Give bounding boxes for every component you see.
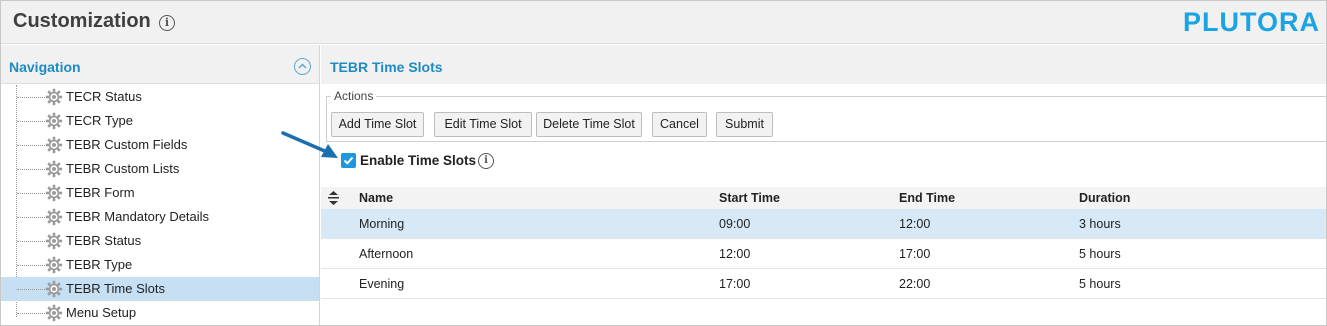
add-time-slot-button[interactable]: Add Time Slot	[331, 112, 424, 137]
gear-icon	[45, 160, 63, 178]
gear-icon	[45, 304, 63, 322]
tree-connector	[17, 193, 45, 194]
column-header-duration[interactable]: Duration	[1079, 191, 1130, 205]
main-header: TEBR Time Slots	[321, 45, 1326, 84]
gear-icon	[45, 112, 63, 130]
actions-group: Actions Add Time Slot Edit Time Slot Del…	[326, 89, 1326, 142]
delete-time-slot-button[interactable]: Delete Time Slot	[536, 112, 642, 137]
page-title: Customization	[13, 10, 151, 32]
gear-icon	[45, 88, 63, 106]
sidebar-item[interactable]: TEBR Time Slots	[1, 277, 319, 301]
cell-end: 22:00	[899, 277, 931, 291]
cell-start: 09:00	[719, 217, 751, 231]
sidebar-item-label: TEBR Custom Fields	[66, 137, 188, 152]
gear-icon	[45, 184, 63, 202]
column-header-start-time[interactable]: Start Time	[719, 191, 780, 205]
tree-connector	[17, 313, 45, 314]
cell-duration: 5 hours	[1079, 247, 1121, 261]
gear-icon	[45, 256, 63, 274]
sidebar-item[interactable]: TEBR Mandatory Details	[1, 205, 319, 229]
sidebar-item-label: TEBR Type	[66, 257, 133, 272]
cell-name: Evening	[359, 277, 405, 291]
enable-time-slots-label[interactable]: Enable Time Slots	[360, 153, 476, 168]
tree-connector	[17, 241, 45, 242]
gear-icon	[45, 280, 63, 298]
table-row[interactable]: Afternoon 12:00 17:00 5 hours	[321, 239, 1326, 269]
column-header-end-time[interactable]: End Time	[899, 191, 955, 205]
enable-time-slots-row: Enable Time Slots i	[341, 152, 541, 172]
reorder-icon[interactable]	[327, 191, 340, 205]
sidebar-item[interactable]: TEBR Type	[1, 253, 319, 277]
sidebar-item-label: TECR Status	[66, 89, 142, 104]
cell-name: Afternoon	[359, 247, 414, 261]
cancel-button[interactable]: Cancel	[652, 112, 707, 137]
sidebar-item[interactable]: TEBR Custom Fields	[1, 133, 319, 157]
tree-connector	[17, 217, 45, 218]
sidebar-item[interactable]: TECR Type	[1, 109, 319, 133]
collapse-up-icon[interactable]	[294, 58, 311, 75]
submit-button[interactable]: Submit	[716, 112, 773, 137]
sidebar-item[interactable]: TECR Status	[1, 85, 319, 109]
gear-icon	[45, 232, 63, 250]
sidebar-item-label: TECR Type	[66, 113, 133, 128]
cell-name: Morning	[359, 217, 405, 231]
sidebar-item-label: Menu Setup	[66, 305, 137, 320]
main-title: TEBR Time Slots	[330, 59, 443, 75]
cell-end: 17:00	[899, 247, 931, 261]
cell-duration: 3 hours	[1079, 217, 1121, 231]
tree-connector	[17, 265, 45, 266]
cell-start: 17:00	[719, 277, 751, 291]
table-row[interactable]: Evening 17:00 22:00 5 hours	[321, 269, 1326, 299]
navigation-tree: TECR Status TECR Type TEBR Custom Fields TE…	[1, 85, 319, 325]
tree-connector	[17, 169, 45, 170]
sidebar-item[interactable]: TEBR Form	[1, 181, 319, 205]
actions-legend: Actions	[331, 89, 377, 103]
sidebar-item-label: TEBR Form	[66, 185, 135, 200]
cell-end: 12:00	[899, 217, 931, 231]
table-header: Name Start Time End Time Duration	[321, 187, 1326, 209]
tree-connector	[17, 121, 45, 122]
sidebar-item-label: TEBR Mandatory Details	[66, 209, 210, 224]
sidebar-item-label: TEBR Time Slots	[66, 281, 165, 296]
page-header: Customization i PLUTORA	[1, 1, 1326, 44]
sidebar-item[interactable]: Menu Setup	[1, 301, 319, 325]
app-window: Customization i PLUTORA Navigation TECR …	[0, 0, 1327, 326]
pointer-arrow-icon	[281, 131, 338, 158]
enable-time-slots-checkbox[interactable]	[341, 153, 356, 168]
cell-start: 12:00	[719, 247, 751, 261]
navigation-header: Navigation	[1, 45, 319, 84]
sidebar-item[interactable]: TEBR Custom Lists	[1, 157, 319, 181]
column-header-name[interactable]: Name	[359, 191, 393, 205]
plutora-logo: PLUTORA	[1182, 7, 1320, 37]
tree-connector	[17, 145, 45, 146]
navigation-panel: Navigation TECR Status TECR Type TEBR Cust…	[1, 45, 320, 325]
gear-icon	[45, 208, 63, 226]
tree-connector	[17, 289, 45, 290]
gear-icon	[45, 136, 63, 154]
table-row[interactable]: Morning 09:00 12:00 3 hours	[321, 209, 1326, 239]
edit-time-slot-button[interactable]: Edit Time Slot	[434, 112, 532, 137]
sidebar-item-label: TEBR Status	[66, 233, 142, 248]
navigation-title: Navigation	[9, 59, 81, 75]
info-icon[interactable]: i	[159, 15, 175, 31]
tree-connector	[17, 97, 45, 98]
sidebar-item[interactable]: TEBR Status	[1, 229, 319, 253]
sidebar-item-label: TEBR Custom Lists	[66, 161, 180, 176]
cell-duration: 5 hours	[1079, 277, 1121, 291]
info-icon[interactable]: i	[478, 153, 494, 169]
